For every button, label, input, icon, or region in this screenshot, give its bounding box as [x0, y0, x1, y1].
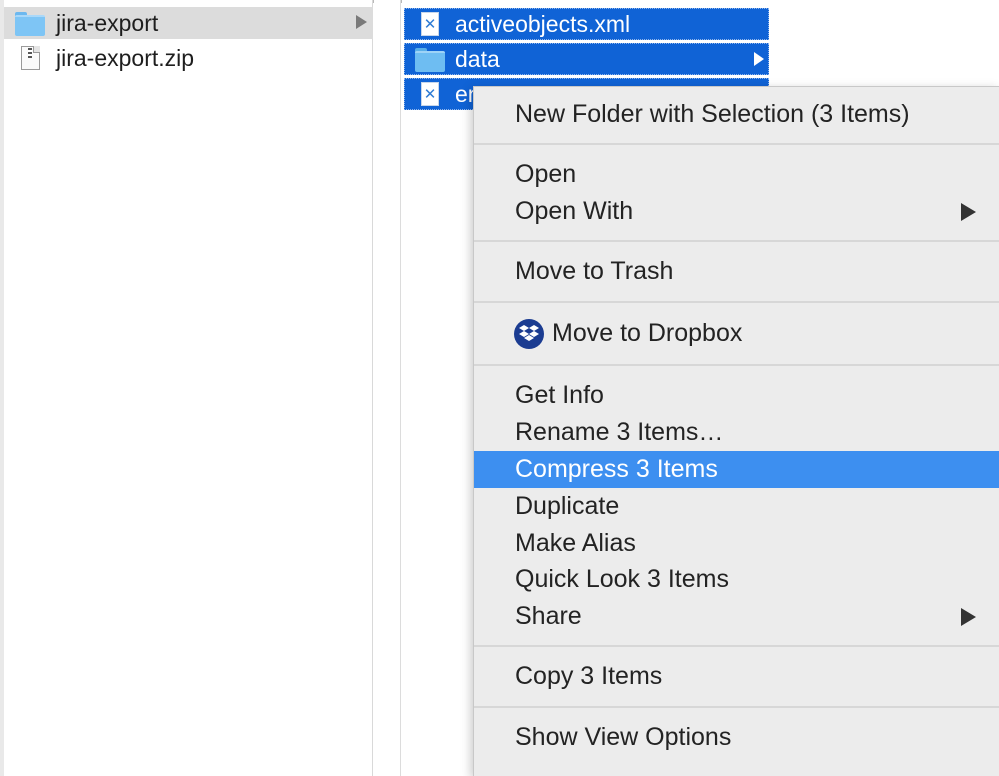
menu-item-duplicate[interactable]: Duplicate [474, 488, 999, 525]
finder-item-label: activeobjects.xml [455, 10, 631, 37]
finder-item-data[interactable]: data [404, 43, 769, 75]
menu-item-label: Show View Options [515, 723, 732, 751]
finder-item-jira-export[interactable]: jira-export [4, 7, 373, 39]
menu-item-move-to-dropbox[interactable]: Move to Dropbox [474, 315, 999, 352]
menu-item-label: Open [515, 160, 577, 188]
finder-item-activeobjects-xml[interactable]: ✕ activeobjects.xml [404, 8, 769, 40]
menu-item-copy[interactable]: Copy 3 Items [474, 658, 999, 695]
submenu-arrow-icon [961, 203, 976, 221]
menu-item-compress[interactable]: Compress 3 Items [474, 451, 999, 488]
menu-item-label: Move to Dropbox [552, 319, 743, 347]
dropbox-icon [514, 318, 544, 349]
menu-separator [474, 301, 999, 303]
menu-item-label: Get Info [515, 381, 604, 409]
menu-item-open-with[interactable]: Open With [474, 193, 999, 230]
zip-icon [4, 46, 56, 70]
menu-item-label: Duplicate [515, 492, 620, 520]
menu-separator [474, 143, 999, 145]
folder-icon [4, 12, 56, 36]
menu-item-label: Quick Look 3 Items [515, 565, 729, 593]
menu-item-label: Move to Trash [515, 257, 674, 285]
menu-item-show-view-options[interactable]: Show View Options [474, 719, 999, 756]
menu-item-open[interactable]: Open [474, 156, 999, 193]
finder-item-label: jira-export.zip [56, 44, 195, 71]
menu-item-label: Compress 3 Items [515, 455, 718, 483]
menu-separator [474, 706, 999, 708]
menu-item-label: Make Alias [515, 529, 636, 557]
menu-item-share[interactable]: Share [474, 598, 999, 635]
xml-file-icon: ✕ [405, 12, 455, 36]
menu-item-label: Open With [515, 197, 634, 225]
menu-item-new-folder-with-selection[interactable]: New Folder with Selection (3 Items) [474, 96, 999, 133]
menu-item-label: Share [515, 602, 582, 630]
menu-separator [474, 240, 999, 242]
folder-icon [405, 48, 455, 72]
column-edge [0, 0, 4, 776]
disclosure-arrow-icon [356, 15, 367, 29]
finder-column-1[interactable] [0, 0, 373, 776]
menu-item-quick-look[interactable]: Quick Look 3 Items [474, 561, 999, 598]
menu-separator [474, 364, 999, 366]
finder-item-label: jira-export [56, 9, 159, 36]
menu-item-move-to-trash[interactable]: Move to Trash [474, 253, 999, 290]
finder-item-jira-export-zip[interactable]: jira-export.zip [4, 42, 373, 74]
menu-item-label: New Folder with Selection (3 Items) [515, 100, 910, 128]
menu-item-make-alias[interactable]: Make Alias [474, 525, 999, 562]
xml-file-icon: ✕ [405, 82, 455, 106]
menu-separator [474, 645, 999, 647]
menu-item-label: Rename 3 Items… [515, 418, 724, 446]
finder-item-label: data [455, 45, 500, 72]
finder-column-2[interactable] [374, 0, 401, 776]
menu-item-label: Copy 3 Items [515, 662, 663, 690]
menu-item-get-info[interactable]: Get Info [474, 377, 999, 414]
menu-item-rename[interactable]: Rename 3 Items… [474, 414, 999, 451]
submenu-arrow-icon [961, 608, 976, 626]
disclosure-arrow-icon [754, 52, 764, 66]
context-menu: New Folder with Selection (3 Items) Open… [473, 86, 999, 776]
